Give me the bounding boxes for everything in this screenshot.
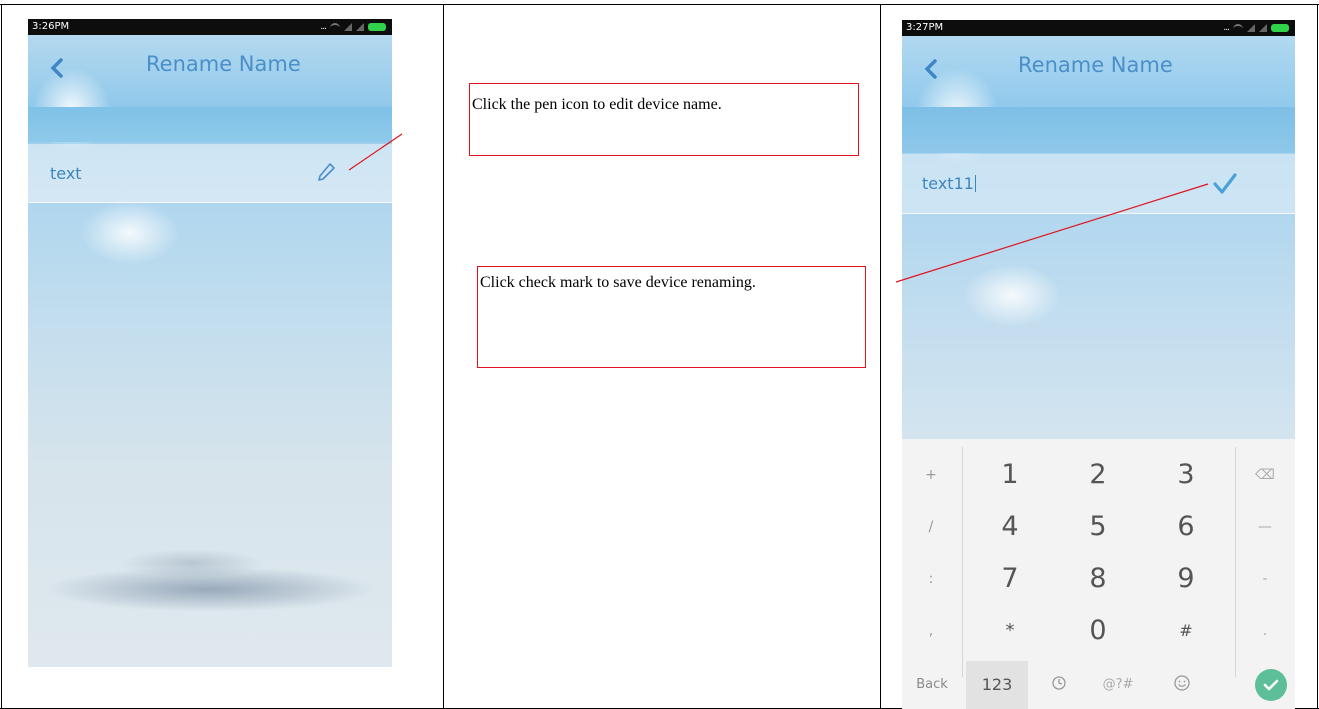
symbols-key[interactable]: @?# xyxy=(1088,661,1148,709)
device-name-value: text11 xyxy=(922,174,974,193)
left-phone-screenshot: 3:26PM ... Rename Name text xyxy=(28,19,392,667)
device-name-label: text xyxy=(50,164,82,183)
key-4[interactable]: 4 xyxy=(964,501,1056,553)
key-slash[interactable]: / xyxy=(902,501,960,553)
key-comma[interactable]: , xyxy=(902,605,960,657)
device-name-row: text xyxy=(28,144,392,203)
key-hash[interactable]: # xyxy=(1140,605,1232,657)
status-icons: ... xyxy=(320,22,386,32)
status-bar: 3:27PM ... xyxy=(902,20,1295,36)
key-period[interactable]: . xyxy=(1235,605,1295,657)
key-5[interactable]: 5 xyxy=(1052,501,1144,553)
clock-icon[interactable] xyxy=(1034,661,1084,709)
status-bar: 3:26PM ... xyxy=(28,19,392,35)
key-star[interactable]: * xyxy=(964,605,1056,657)
check-icon[interactable] xyxy=(1212,172,1238,196)
notification-dots: ... xyxy=(320,22,327,32)
status-time: 3:26PM xyxy=(32,21,70,32)
back-icon[interactable] xyxy=(48,57,66,79)
signal-icon xyxy=(1247,24,1255,32)
numeric-keyboard: + 1 2 3 ⌫ / 4 5 6 — : 7 8 9 - , * 0 # . xyxy=(902,439,1295,709)
key-1[interactable]: 1 xyxy=(964,449,1056,501)
right-phone-screenshot: 3:27PM ... Rename Name text11 + 1 2 3 ⌫ xyxy=(902,20,1295,709)
page-title: Rename Name xyxy=(146,52,301,76)
wifi-icon xyxy=(1233,24,1243,32)
table-right-rule xyxy=(1317,4,1318,709)
wifi-icon xyxy=(330,23,340,31)
back-key[interactable]: Back xyxy=(902,661,962,709)
signal-icon-2 xyxy=(356,23,364,31)
key-minus[interactable]: - xyxy=(1235,553,1295,605)
key-9[interactable]: 9 xyxy=(1140,553,1232,605)
header-band xyxy=(28,107,392,142)
status-icons: ... xyxy=(1223,23,1289,33)
key-plus[interactable]: + xyxy=(902,449,960,501)
key-2[interactable]: 2 xyxy=(1052,449,1144,501)
emoji-icon[interactable] xyxy=(1152,661,1212,709)
keyboard-row-3: : 7 8 9 - xyxy=(902,553,1295,605)
battery-icon xyxy=(368,23,386,31)
table-divider-2 xyxy=(880,4,881,709)
space-icon[interactable]: — xyxy=(1235,501,1295,553)
enter-check-icon[interactable] xyxy=(1255,669,1287,701)
signal-icon-2 xyxy=(1259,24,1267,32)
key-6[interactable]: 6 xyxy=(1140,501,1232,553)
key-7[interactable]: 7 xyxy=(964,553,1056,605)
device-name-input[interactable]: text11 xyxy=(922,174,976,193)
battery-icon xyxy=(1271,24,1289,32)
title-bar: Rename Name xyxy=(902,36,1295,106)
pen-icon[interactable] xyxy=(315,161,337,183)
keyboard-row-1: + 1 2 3 ⌫ xyxy=(902,449,1295,501)
mode-123-key[interactable]: 123 xyxy=(966,661,1028,709)
key-8[interactable]: 8 xyxy=(1052,553,1144,605)
keyboard-row-2: / 4 5 6 — xyxy=(902,501,1295,553)
table-top-rule xyxy=(0,4,1319,5)
keyboard-row-4: , * 0 # . xyxy=(902,605,1295,657)
key-colon[interactable]: : xyxy=(902,553,960,605)
signal-icon xyxy=(344,23,352,31)
status-time: 3:27PM xyxy=(906,22,944,33)
table-left-rule xyxy=(1,4,2,709)
key-3[interactable]: 3 xyxy=(1140,449,1232,501)
pen-instruction-note: Click the pen icon to edit device name. xyxy=(469,83,859,156)
title-bar: Rename Name xyxy=(28,35,392,105)
backspace-icon[interactable]: ⌫ xyxy=(1235,449,1295,501)
text-caret xyxy=(974,175,976,192)
back-icon[interactable] xyxy=(922,58,940,80)
check-instruction-note: Click check mark to save device renaming… xyxy=(477,266,866,368)
page-title: Rename Name xyxy=(1018,53,1173,77)
notification-dots: ... xyxy=(1223,23,1230,33)
key-0[interactable]: 0 xyxy=(1052,605,1144,657)
header-band xyxy=(902,107,1295,153)
device-name-edit-row[interactable]: text11 xyxy=(902,154,1295,214)
table-divider-1 xyxy=(443,4,444,709)
keyboard-bottom-row: Back 123 @?# xyxy=(902,661,1295,709)
